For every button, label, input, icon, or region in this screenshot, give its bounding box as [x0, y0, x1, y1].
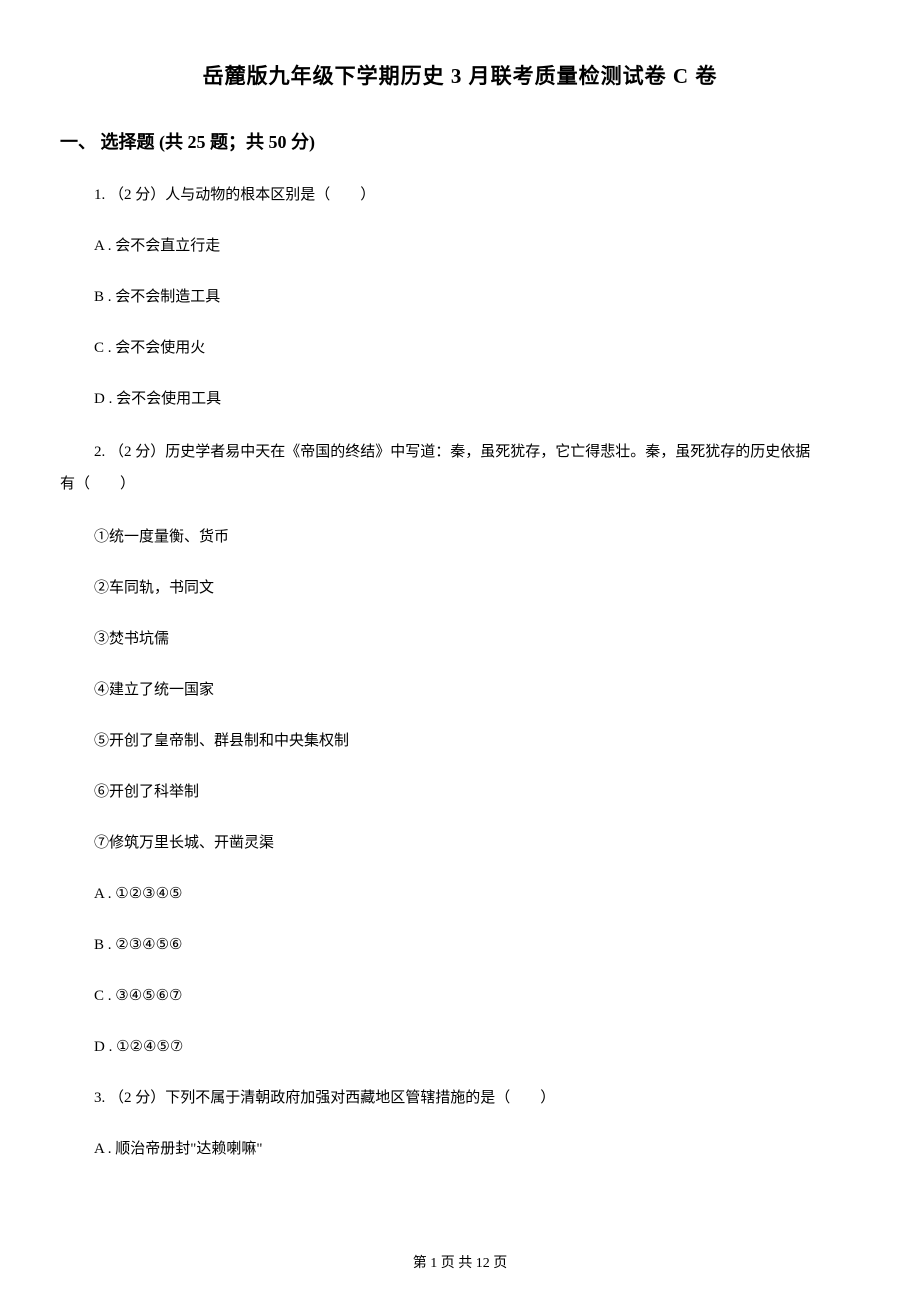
question-2-option-a: A . ①②③④⑤ [60, 881, 860, 908]
question-2-item-2: ②车同轨，书同文 [60, 575, 860, 602]
question-2-stem-line2: 有（ ） [60, 476, 135, 492]
question-1-option-a: A . 会不会直立行走 [60, 233, 860, 260]
question-2-item-5: ⑤开创了皇帝制、群县制和中央集权制 [60, 728, 860, 755]
question-2-stem: 2. （2 分）历史学者易中天在《帝国的终结》中写道：秦，虽死犹存，它亡得悲壮。… [60, 437, 860, 500]
question-2-item-4: ④建立了统一国家 [60, 677, 860, 704]
question-2-item-1: ①统一度量衡、货币 [60, 524, 860, 551]
question-1-option-b: B . 会不会制造工具 [60, 284, 860, 311]
question-2-item-6: ⑥开创了科举制 [60, 779, 860, 806]
question-2-option-d: D . ①②④⑤⑦ [60, 1034, 860, 1061]
exam-title: 岳麓版九年级下学期历史 3 月联考质量检测试卷 C 卷 [60, 60, 860, 90]
question-1-stem: 1. （2 分）人与动物的根本区别是（ ） [60, 182, 860, 209]
question-2-option-c: C . ③④⑤⑥⑦ [60, 983, 860, 1010]
question-2-stem-line1: 2. （2 分）历史学者易中天在《帝国的终结》中写道：秦，虽死犹存，它亡得悲壮。… [94, 444, 810, 460]
question-3-stem: 3. （2 分）下列不属于清朝政府加强对西藏地区管辖措施的是（ ） [60, 1085, 860, 1112]
question-2-item-7: ⑦修筑万里长城、开凿灵渠 [60, 830, 860, 857]
question-1-option-d: D . 会不会使用工具 [60, 386, 860, 413]
question-1-option-c: C . 会不会使用火 [60, 335, 860, 362]
section-header: 一、 选择题 (共 25 题；共 50 分) [60, 128, 860, 154]
question-2-item-3: ③焚书坑儒 [60, 626, 860, 653]
question-2-option-b: B . ②③④⑤⑥ [60, 932, 860, 959]
question-3-option-a: A . 顺治帝册封"达赖喇嘛" [60, 1136, 860, 1163]
page-footer: 第 1 页 共 12 页 [0, 1252, 920, 1272]
